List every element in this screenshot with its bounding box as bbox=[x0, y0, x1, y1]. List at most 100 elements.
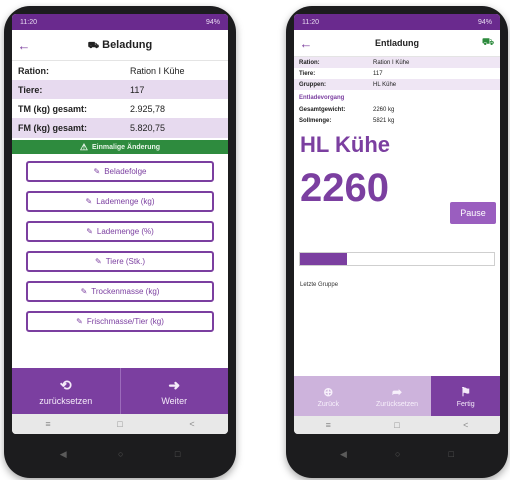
undo-icon: ⟲ bbox=[59, 376, 72, 393]
plus-circle-icon: ⊕ bbox=[323, 384, 334, 399]
info-value: HL Kühe bbox=[373, 81, 397, 88]
redo-icon: ➦ bbox=[391, 384, 403, 399]
tiere-button[interactable]: ✎ Tiere (Stk.) bbox=[26, 251, 214, 272]
next-label: Weiter bbox=[161, 395, 188, 406]
right-phone: 11:20 94% ← Entladung ⛟ Ration: Ration I… bbox=[286, 6, 508, 478]
back-icon[interactable]: ◀ bbox=[60, 449, 67, 460]
page-title-text: Beladung bbox=[102, 38, 153, 51]
home-icon[interactable]: □ bbox=[394, 420, 399, 430]
truck-icon: ⛟ bbox=[87, 39, 100, 50]
warning-icon: ⚠ bbox=[79, 141, 88, 152]
back-arrow-icon[interactable]: ← bbox=[12, 38, 36, 53]
weight-value: 2260 bbox=[300, 166, 389, 210]
recents-icon[interactable]: □ bbox=[449, 449, 454, 459]
info-value: 117 bbox=[373, 70, 383, 77]
section-header: Entladevorgang bbox=[294, 92, 500, 103]
button-label: Beladefolge bbox=[104, 167, 147, 176]
info-value: 117 bbox=[130, 84, 145, 95]
back-icon[interactable]: < bbox=[463, 420, 468, 430]
info-row-tm: TM (kg) gesamt: 2.925,78 bbox=[12, 99, 228, 118]
reset-button[interactable]: ⟲ zurücksetzen bbox=[12, 368, 121, 414]
back-arrow-icon[interactable]: ← bbox=[294, 36, 318, 51]
app-bar: ← Entladung ⛟ bbox=[294, 30, 500, 57]
next-button[interactable]: ➜ Weiter bbox=[121, 368, 229, 414]
info-row-tiere: Tiere: 117 bbox=[294, 68, 500, 79]
home-icon[interactable]: ○ bbox=[118, 449, 123, 459]
flag-icon: ⚑ bbox=[460, 384, 472, 399]
info-row-tiere: Tiere: 117 bbox=[12, 80, 228, 99]
finish-button[interactable]: ⚑ Fertig bbox=[431, 376, 500, 416]
recents-icon[interactable]: □ bbox=[175, 449, 180, 459]
info-label: Tiere: bbox=[18, 84, 43, 95]
app-bar: ← ⛟ Beladung bbox=[12, 30, 228, 61]
edit-icon: ✎ bbox=[80, 287, 88, 296]
status-battery: 94% bbox=[477, 18, 492, 26]
recents-icon[interactable]: ≡ bbox=[326, 420, 331, 430]
progress-track bbox=[299, 252, 495, 266]
edit-icon: ✎ bbox=[85, 197, 93, 206]
right-screen: 11:20 94% ← Entladung ⛟ Ration: Ration I… bbox=[294, 14, 500, 434]
truck-icon: ⛟ bbox=[481, 36, 495, 48]
info-label: Tiere: bbox=[299, 70, 316, 77]
bottom-action-bar: ⊕ Zurück ➦ Zurücksetzen ⚑ Fertig bbox=[294, 376, 500, 416]
last-group-label: Letzte Gruppe bbox=[300, 282, 339, 288]
home-icon[interactable]: □ bbox=[117, 419, 122, 429]
reset-button[interactable]: ➦ Zurücksetzen bbox=[363, 376, 432, 416]
info-row-fm: FM (kg) gesamt: 5.820,75 bbox=[12, 118, 228, 138]
status-battery: 94% bbox=[205, 18, 220, 26]
status-bar: 11:20 94% bbox=[294, 14, 500, 30]
edit-icon: ✎ bbox=[95, 257, 102, 266]
lademenge-kg-button[interactable]: ✎ Lademenge (kg) bbox=[26, 191, 214, 212]
pause-button[interactable]: Pause bbox=[450, 202, 496, 224]
back-icon[interactable]: ◀ bbox=[340, 449, 347, 460]
info-label: TM (kg) gesamt: bbox=[18, 103, 88, 114]
detail-row-soll: Sollmenge: 5821 kg bbox=[294, 115, 500, 126]
status-bar: 11:20 94% bbox=[12, 14, 228, 30]
info-row-gruppen: Gruppen: HL Kühe bbox=[294, 79, 500, 90]
info-label: Ration: bbox=[18, 65, 49, 76]
button-label: Tiere (Stk.) bbox=[105, 257, 145, 266]
trockenmasse-button[interactable]: ✎ Trockenmasse (kg) bbox=[26, 281, 214, 302]
left-phone: 11:20 94% ← ⛟ Beladung Ration: Ration I … bbox=[4, 6, 236, 478]
edit-icon: ✎ bbox=[76, 317, 83, 326]
reset-label: Zurücksetzen bbox=[375, 400, 419, 408]
info-value: Ration I Kühe bbox=[130, 65, 185, 76]
finish-label: Fertig bbox=[456, 400, 475, 408]
warning-text: Einmalige Änderung bbox=[92, 143, 161, 151]
info-row-ration: Ration: Ration I Kühe bbox=[294, 57, 500, 68]
hardware-nav: ◀ ○ □ bbox=[316, 444, 478, 464]
info-value: Ration I Kühe bbox=[373, 59, 410, 66]
edit-icon: ✎ bbox=[86, 227, 93, 236]
home-icon[interactable]: ○ bbox=[395, 449, 400, 459]
info-value: 2.925,78 bbox=[130, 103, 166, 114]
info-label: Gesamtgewicht: bbox=[299, 106, 346, 113]
progress-fill bbox=[300, 253, 347, 265]
reset-label: zurücksetzen bbox=[39, 395, 93, 406]
button-label: Trockenmasse (kg) bbox=[91, 287, 160, 296]
info-label: FM (kg) gesamt: bbox=[18, 123, 88, 133]
hardware-nav: ◀ ○ □ bbox=[34, 444, 206, 464]
info-value: 2260 kg bbox=[373, 106, 395, 113]
info-value: 5821 kg bbox=[373, 117, 395, 124]
info-value: 5.820,75 bbox=[130, 123, 166, 133]
page-title: ⛟ Beladung bbox=[36, 39, 228, 52]
info-label: Gruppen: bbox=[299, 81, 326, 88]
button-label: Frischmasse/Tier (kg) bbox=[86, 317, 164, 326]
back-icon[interactable]: < bbox=[189, 419, 194, 429]
lademenge-percent-button[interactable]: ✎ Lademenge (%) bbox=[26, 221, 214, 242]
system-nav-bar: ≡ □ < bbox=[12, 414, 228, 434]
status-time: 11:20 bbox=[302, 18, 319, 26]
edit-icon: ✎ bbox=[93, 167, 101, 176]
info-label: Sollmenge: bbox=[299, 117, 332, 124]
arrow-right-circle-icon: ➜ bbox=[168, 376, 181, 393]
beladefolge-button[interactable]: ✎ Beladefolge bbox=[26, 161, 214, 182]
group-name: HL Kühe bbox=[300, 132, 391, 157]
back-button[interactable]: ⊕ Zurück bbox=[294, 376, 363, 416]
bottom-action-bar: ⟲ zurücksetzen ➜ Weiter bbox=[12, 368, 228, 414]
frischmasse-button[interactable]: ✎ Frischmasse/Tier (kg) bbox=[26, 311, 214, 332]
recents-icon[interactable]: ≡ bbox=[45, 419, 50, 429]
info-label: Ration: bbox=[299, 59, 320, 66]
button-label: Lademenge (kg) bbox=[96, 197, 155, 206]
back-label: Zurück bbox=[317, 400, 340, 408]
detail-row-gesamt: Gesamtgewicht: 2260 kg bbox=[294, 104, 500, 115]
